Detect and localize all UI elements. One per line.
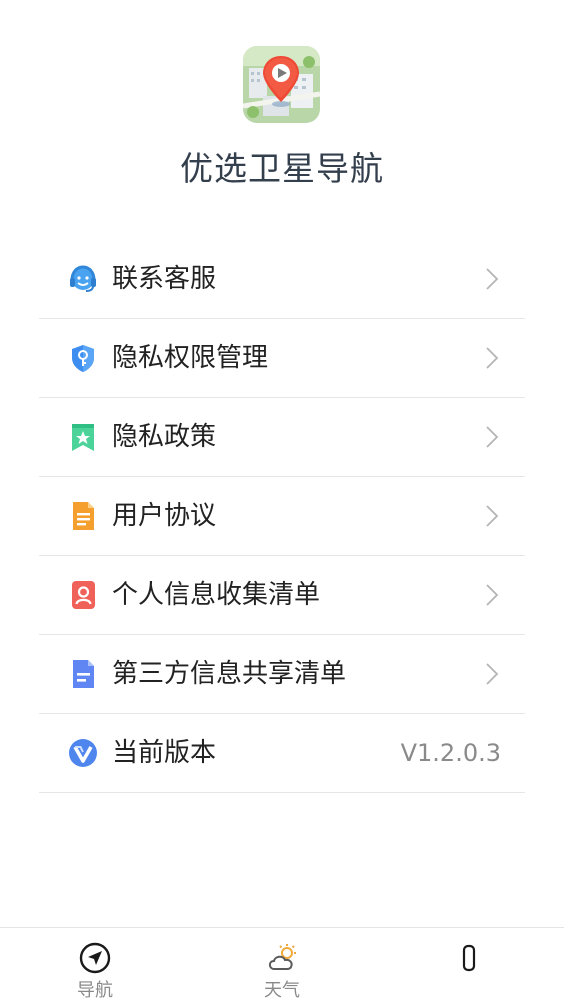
tab-weather[interactable]: 天气 bbox=[222, 928, 342, 1005]
menu-item-label: 当前版本 bbox=[112, 738, 217, 768]
tab-phone[interactable] bbox=[409, 928, 529, 1005]
bottom-tab-bar: 导航 天气 bbox=[0, 927, 564, 1005]
map-pin-icon bbox=[243, 46, 320, 123]
headset-icon bbox=[70, 265, 96, 292]
menu-item-user-agreement[interactable]: 用户协议 bbox=[39, 477, 525, 556]
menu-item-label: 用户协议 bbox=[112, 501, 217, 531]
app-logo bbox=[243, 46, 320, 123]
version-value: V1.2.0.3 bbox=[400, 739, 501, 767]
shield-key-icon bbox=[72, 345, 94, 372]
phone-outline-icon bbox=[462, 944, 476, 972]
chevron-right-icon bbox=[486, 268, 499, 290]
compass-arrow-icon bbox=[79, 942, 111, 974]
menu-item-privacy-permissions[interactable]: 隐私权限管理 bbox=[39, 319, 525, 398]
document-icon bbox=[73, 502, 94, 530]
menu-item-third-party-sharing[interactable]: 第三方信息共享清单 bbox=[39, 635, 525, 714]
menu-item-current-version[interactable]: 当前版本 V1.2.0.3 bbox=[39, 714, 525, 793]
chevron-right-icon bbox=[486, 426, 499, 448]
cloud-sun-icon bbox=[268, 944, 296, 970]
file-lines-icon bbox=[73, 660, 94, 688]
tab-navigation[interactable]: 导航 bbox=[35, 928, 155, 1005]
menu-item-personal-info-list[interactable]: 个人信息收集清单 bbox=[39, 556, 525, 635]
chevron-right-icon bbox=[486, 584, 499, 606]
menu-item-label: 个人信息收集清单 bbox=[112, 580, 321, 610]
bookmark-star-icon bbox=[72, 424, 94, 451]
menu-item-label: 联系客服 bbox=[112, 264, 217, 294]
menu-item-label: 第三方信息共享清单 bbox=[112, 659, 347, 689]
chevron-right-icon bbox=[486, 663, 499, 685]
chevron-right-icon bbox=[486, 347, 499, 369]
menu-item-privacy-policy[interactable]: 隐私政策 bbox=[39, 398, 525, 477]
tab-label: 导航 bbox=[77, 980, 113, 1001]
tab-label: 天气 bbox=[264, 980, 300, 1001]
version-v-icon bbox=[69, 739, 97, 767]
app-title: 优选卫星导航 bbox=[180, 149, 384, 188]
app-header: 优选卫星导航 bbox=[0, 0, 564, 230]
chevron-right-icon bbox=[486, 505, 499, 527]
person-card-icon bbox=[72, 581, 95, 609]
menu-item-label: 隐私政策 bbox=[112, 422, 217, 452]
menu-item-label: 隐私权限管理 bbox=[112, 343, 269, 373]
menu-item-contact-support[interactable]: 联系客服 bbox=[39, 240, 525, 319]
settings-menu: 联系客服 隐私权限管理 隐私政策 用户协议 个人信息收集清单 第三方信息共享清单… bbox=[39, 240, 525, 793]
